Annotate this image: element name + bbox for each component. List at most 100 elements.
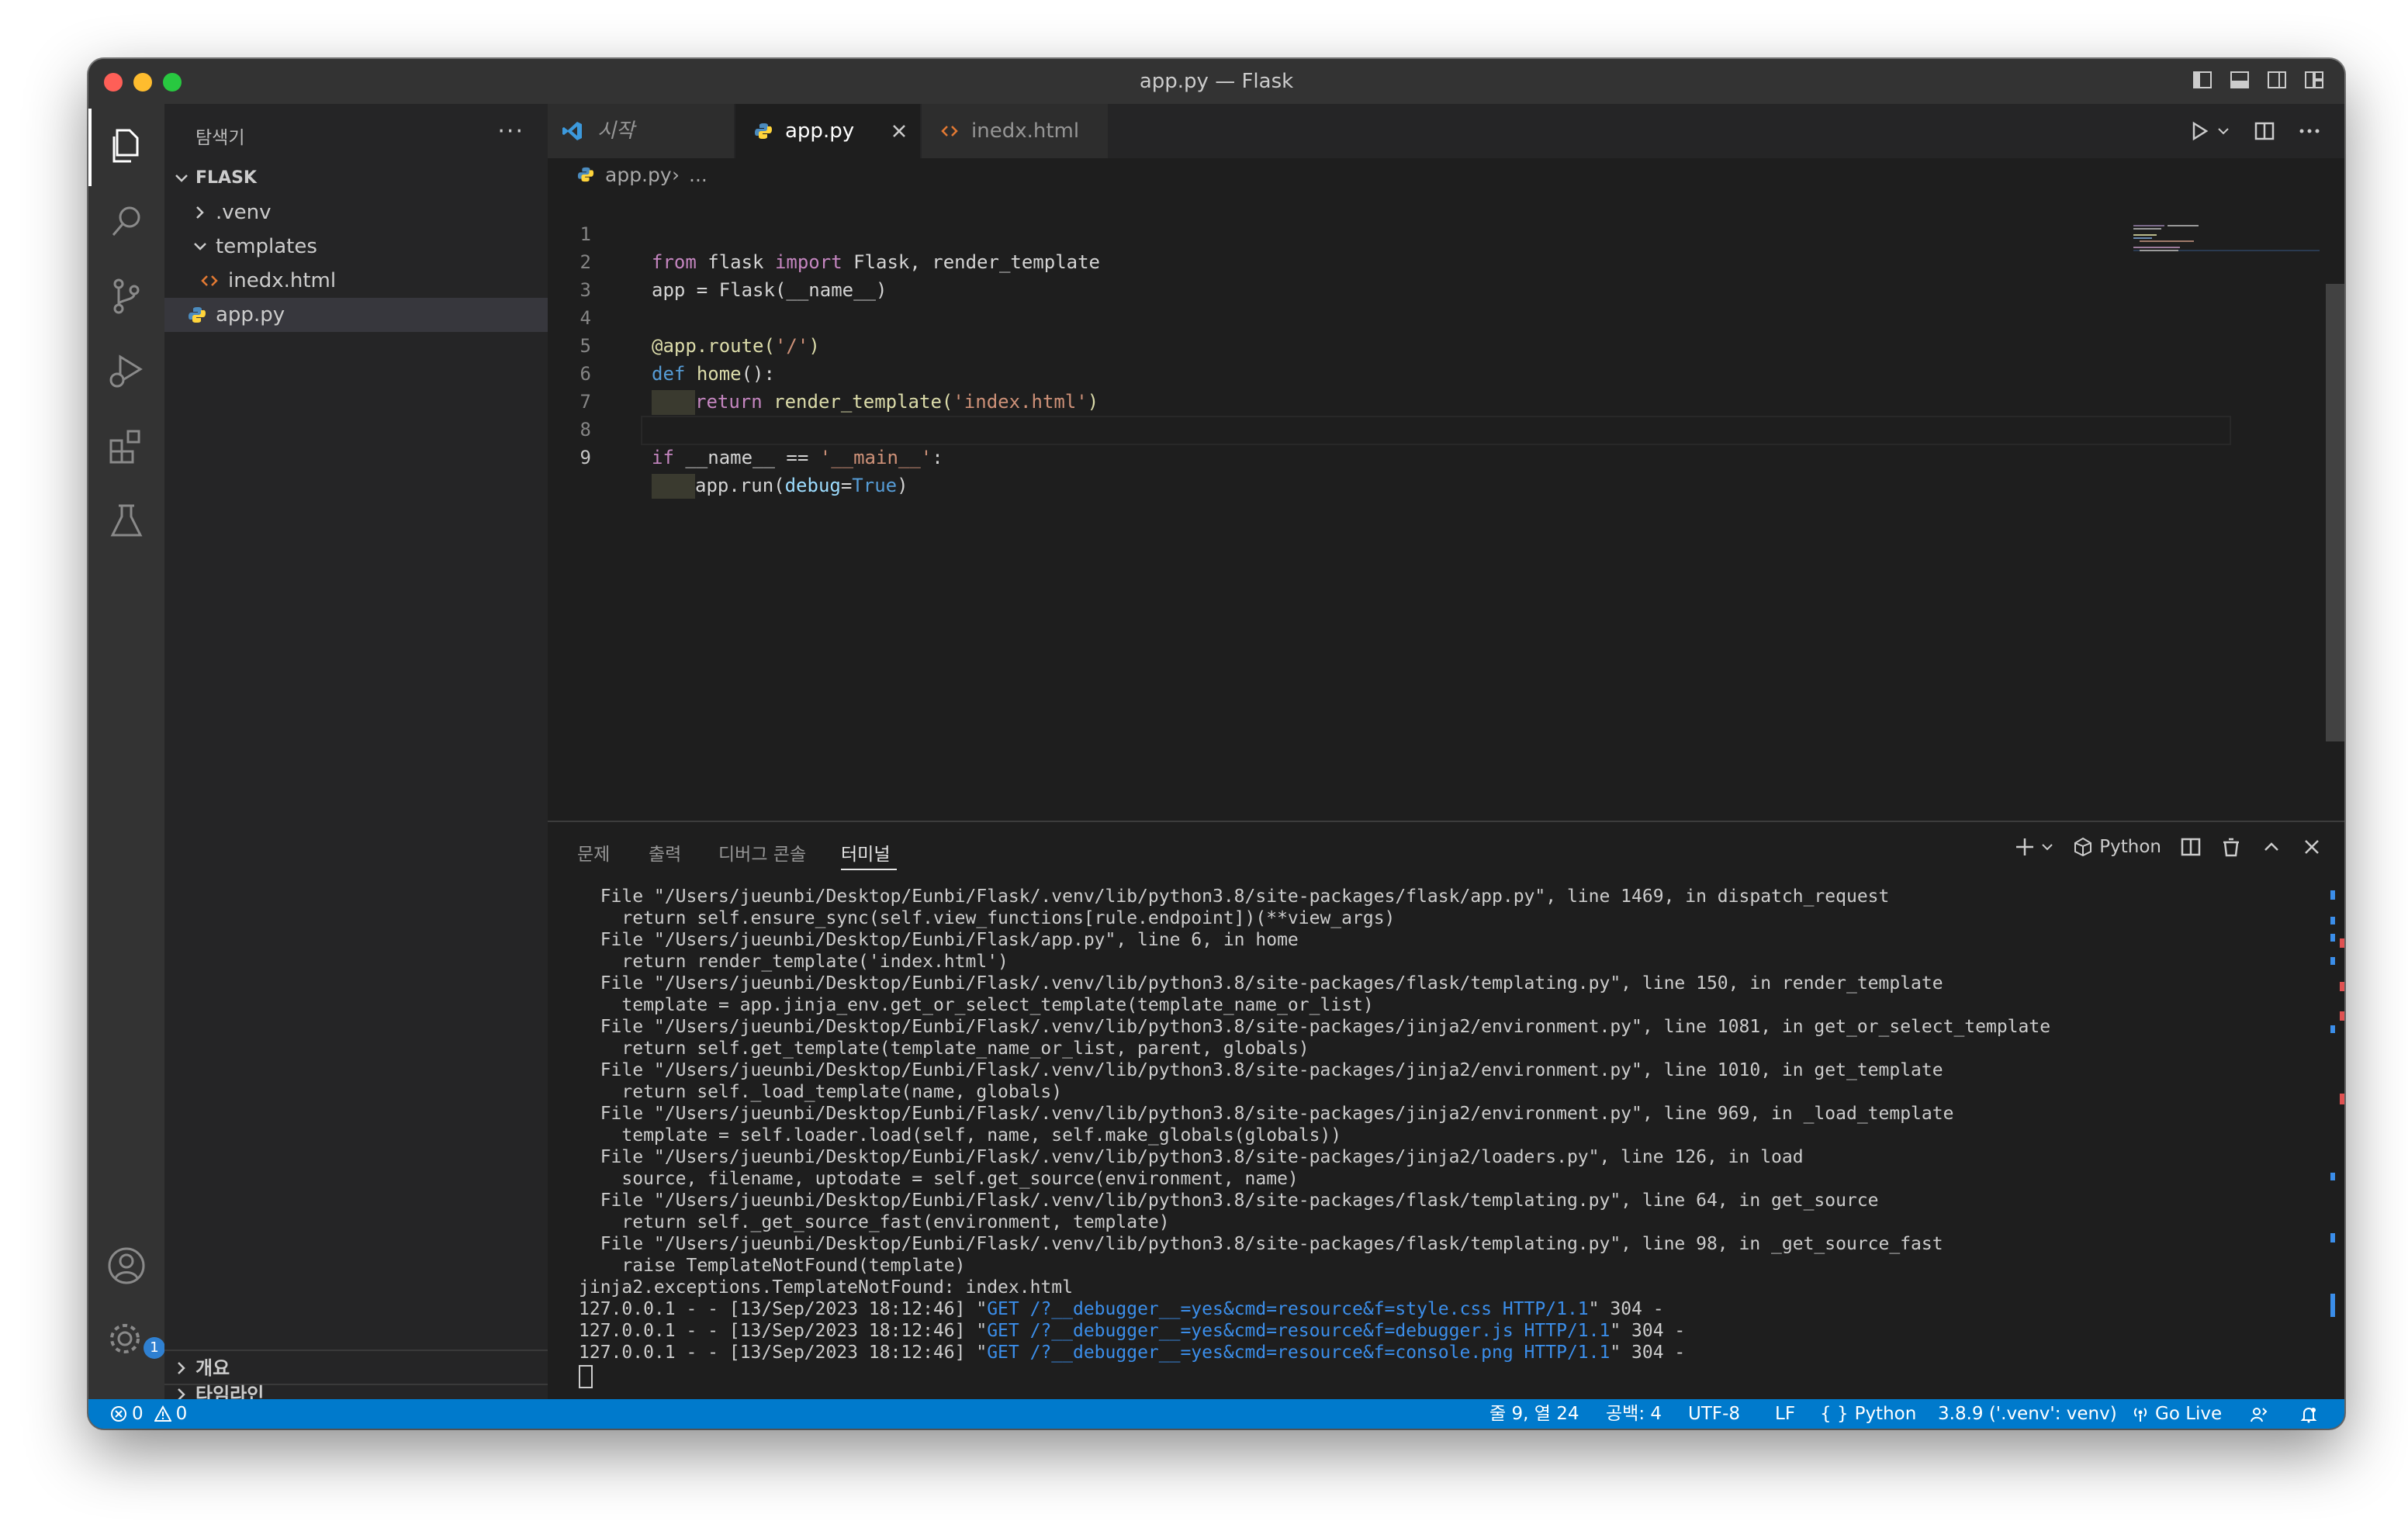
- tree-item-app-py[interactable]: app.py: [164, 298, 548, 332]
- terminal-cursor: [579, 1365, 593, 1388]
- error-icon: [111, 1406, 126, 1422]
- tree-item-label: inedx.html: [228, 269, 337, 292]
- tab-inedx-html[interactable]: inedx.html: [922, 104, 1109, 158]
- toggle-primary-sidebar-icon[interactable]: [2192, 70, 2213, 90]
- terminal-line: jinja2.exceptions.TemplateNotFound: inde…: [579, 1277, 1073, 1298]
- request-path: GET /?__debugger__=yes&cmd=resource&f=de…: [987, 1321, 1611, 1341]
- minimap[interactable]: [2133, 225, 2320, 256]
- testing-icon[interactable]: [106, 501, 147, 541]
- terminal-dropdown-chevron-icon[interactable]: [2040, 836, 2054, 858]
- python-icon: [577, 167, 594, 182]
- terminal-line: template = app.jinja_env.get_or_select_t…: [579, 995, 1374, 1015]
- line-number: 9: [580, 447, 591, 468]
- tab-output[interactable]: 출력: [649, 839, 681, 866]
- code-token: app.run(: [695, 475, 785, 496]
- tree-item-label: templates: [216, 235, 317, 258]
- vscode-window: app.py — Flask 1 탐색기 ··· FLASK .venv tem…: [88, 59, 2344, 1429]
- tree-item-templates[interactable]: templates: [164, 230, 548, 264]
- settings-gear-icon[interactable]: 1: [106, 1318, 165, 1359]
- terminal-line: File "/Users/jueunbi/Desktop/Eunbi/Flask…: [579, 973, 1943, 994]
- toggle-secondary-sidebar-icon[interactable]: [2267, 70, 2287, 90]
- feedback-icon[interactable]: [2250, 1405, 2268, 1424]
- python-interpreter[interactable]: 3.8.9 ('.venv': venv): [1938, 1399, 2117, 1429]
- terminal-line: File "/Users/jueunbi/Desktop/Eunbi/Flask…: [579, 930, 1299, 950]
- tab-terminal[interactable]: 터미널: [841, 839, 890, 866]
- terminal-shell-selector[interactable]: Python: [2073, 837, 2161, 857]
- terminal-line: return render_template('index.html'): [579, 952, 1009, 972]
- request-prefix: 127.0.0.1 - - [13/Sep/2023 18:12:46] ": [579, 1299, 988, 1319]
- more-actions-icon[interactable]: [2298, 119, 2321, 143]
- code-line: 3: [548, 248, 2216, 301]
- python-icon: [189, 307, 206, 323]
- code-editor[interactable]: 1 from flask import Flask, render_templa…: [548, 192, 2344, 821]
- extensions-icon[interactable]: [106, 427, 147, 467]
- terminal-profile-icon: [2074, 837, 2092, 857]
- tree-item-inedx-html[interactable]: inedx.html: [164, 264, 548, 298]
- terminal-line: File "/Users/jueunbi/Desktop/Eunbi/Flask…: [579, 1191, 1879, 1211]
- request-path: GET /?__debugger__=yes&cmd=resource&f=st…: [987, 1299, 1589, 1319]
- tree-item-label: .venv: [216, 201, 272, 224]
- code-token: if: [652, 447, 674, 468]
- editor-scrollbar[interactable]: [2326, 284, 2344, 741]
- breadcrumb-file[interactable]: app.py: [605, 158, 672, 192]
- terminal-line: File "/Users/jueunbi/Desktop/Eunbi/Flask…: [579, 1060, 1943, 1080]
- split-editor-icon[interactable]: [2253, 119, 2276, 143]
- terminal-output[interactable]: File "/Users/jueunbi/Desktop/Eunbi/Flask…: [579, 886, 2301, 1398]
- encoding-status[interactable]: UTF-8: [1688, 1399, 1740, 1429]
- timeline-section[interactable]: 타임라인: [164, 1384, 548, 1405]
- terminal-line: template = self.loader.load(self, name, …: [579, 1125, 1342, 1146]
- indentation-status[interactable]: 공백: 4: [1606, 1399, 1662, 1429]
- code-line: 8 if __name__ == '__main__':: [548, 388, 2216, 468]
- run-python-file-icon[interactable]: [2188, 119, 2211, 143]
- tab-welcome[interactable]: 시작: [548, 104, 735, 158]
- tab-label: app.py: [785, 119, 855, 143]
- explorer-icon[interactable]: [106, 126, 147, 166]
- tab-debug-console[interactable]: 디버그 콘솔: [718, 839, 806, 866]
- maximize-panel-chevron-up-icon[interactable]: [2261, 836, 2282, 858]
- breadcrumb-rest[interactable]: ...: [689, 158, 708, 192]
- new-terminal-plus-icon[interactable]: [2014, 836, 2036, 858]
- search-icon[interactable]: [106, 202, 147, 242]
- tab-label: 시작: [597, 119, 635, 143]
- source-control-icon[interactable]: [106, 276, 147, 316]
- html-icon: [201, 275, 218, 286]
- split-terminal-icon[interactable]: [2180, 836, 2202, 858]
- active-tab-underline: [841, 869, 897, 870]
- active-indicator: [88, 109, 92, 186]
- go-live-button[interactable]: Go Live: [2132, 1399, 2222, 1429]
- tab-app-py[interactable]: app.py: [735, 104, 922, 158]
- explorer-more-button[interactable]: ···: [497, 118, 524, 145]
- html-icon: [941, 126, 958, 137]
- terminal-request-line: 127.0.0.1 - - [13/Sep/2023 18:12:46] "GE…: [579, 1320, 1685, 1342]
- window-title: app.py — Flask: [1139, 70, 1294, 93]
- code-line: 7: [548, 360, 2216, 413]
- tab-problems[interactable]: 문제: [577, 839, 610, 866]
- notifications-bell-icon[interactable]: [2299, 1405, 2318, 1424]
- eol-status[interactable]: LF: [1775, 1399, 1795, 1429]
- root-folder-flask[interactable]: FLASK: [164, 161, 548, 195]
- request-suffix: " 304 -: [1588, 1299, 1664, 1319]
- chevron-right-icon: [196, 206, 204, 219]
- code-token: =: [840, 475, 853, 496]
- root-folder-label: FLASK: [195, 168, 257, 188]
- run-dropdown-chevron-icon[interactable]: [2216, 119, 2231, 143]
- accounts-icon[interactable]: [106, 1246, 147, 1286]
- settings-badge: 1: [144, 1337, 165, 1359]
- go-live-label: Go Live: [2155, 1404, 2223, 1424]
- run-and-debug-icon[interactable]: [106, 351, 147, 391]
- terminal-line: return self._get_source_fast(environment…: [579, 1212, 1170, 1232]
- toggle-panel-icon[interactable]: [2230, 70, 2250, 90]
- close-panel-icon[interactable]: [2301, 836, 2323, 858]
- tree-item-venv[interactable]: .venv: [164, 195, 548, 230]
- request-prefix: 127.0.0.1 - - [13/Sep/2023 18:12:46] ": [579, 1321, 988, 1341]
- kill-terminal-trash-icon[interactable]: [2220, 836, 2242, 858]
- code-line-current: 9 app.run(debug=True): [548, 416, 2216, 499]
- customize-layout-icon[interactable]: [2304, 70, 2324, 90]
- breadcrumb-separator: ›: [672, 164, 680, 186]
- problems-status[interactable]: 0 0: [110, 1399, 187, 1429]
- language-mode[interactable]: { } Python: [1820, 1399, 1916, 1429]
- code-line: 1 from flask import Flask, render_templa…: [548, 192, 2216, 273]
- cursor-position[interactable]: 줄 9, 열 24: [1489, 1399, 1579, 1429]
- close-tab-icon[interactable]: [891, 123, 908, 140]
- code-token: __name__ ==: [673, 447, 820, 468]
